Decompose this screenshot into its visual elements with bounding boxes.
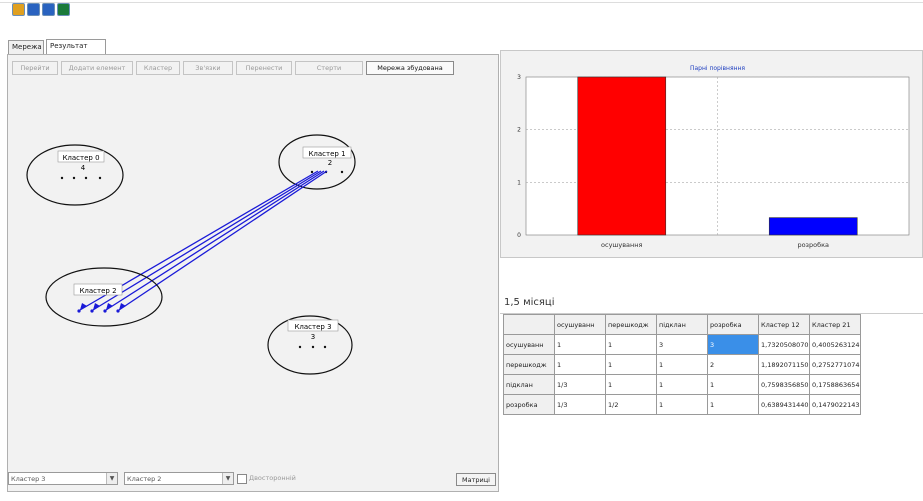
column-header <box>503 314 555 335</box>
tool-add-element-button[interactable]: Додати елемент <box>61 61 133 75</box>
pairwise-matrix-table: осушуванн перешкодж підклан розробка Кластер… <box>503 314 861 415</box>
row-header: осушуванн <box>503 334 555 355</box>
row-header: розробка <box>503 394 555 415</box>
table-cell[interactable]: 3 <box>656 334 708 355</box>
bar-розробка[interactable] <box>768 217 858 236</box>
table-cell[interactable]: 3 <box>707 334 759 355</box>
tool-cluster-button[interactable]: Кластер <box>136 61 180 75</box>
y-tick-label: 0 <box>517 232 521 239</box>
exit-icon[interactable] <box>57 3 70 16</box>
target-cluster-select[interactable]: Кластер 2 ▼ <box>124 472 234 485</box>
table-cell[interactable]: 1 <box>605 354 657 375</box>
tab-result[interactable]: Результат <box>46 39 106 54</box>
y-tick-label: 3 <box>517 74 521 81</box>
x-tick-label: осушування <box>601 241 643 249</box>
x-tick-label: розробка <box>797 241 829 249</box>
cluster-1[interactable]: Кластер 1 2 <box>278 134 356 190</box>
tab-network[interactable]: Мережа <box>8 40 44 54</box>
table-cell[interactable]: 1/2 <box>605 394 657 415</box>
table-header-row: осушуванн перешкодж підклан розробка Кластер… <box>503 314 861 335</box>
cluster-1-label: Кластер 1 <box>308 150 345 158</box>
chart-title: Парні порівняння <box>690 65 745 72</box>
network-panel: Перейти Додати елемент Кластер Зв'язки П… <box>7 54 499 492</box>
chevron-down-icon[interactable]: ▼ <box>106 473 117 484</box>
tool-move-button[interactable]: Перенести <box>236 61 292 75</box>
table-cell[interactable]: 1 <box>707 374 759 395</box>
table-cell[interactable]: 1,7320508070 <box>758 334 810 355</box>
row-header: перешкодж <box>503 354 555 375</box>
table-row: розробка 1/3 1/2 1 1 0,6389431440 0,1479022143 <box>503 394 861 415</box>
y-tick-label: 2 <box>517 127 521 134</box>
cluster-3[interactable]: Кластер 3 3 <box>267 315 353 375</box>
table-cell[interactable]: 1 <box>554 354 606 375</box>
cluster-1-value: 2 <box>328 159 332 167</box>
cluster-0-label: Кластер 0 <box>62 154 99 162</box>
bidirectional-label: Двосторонній <box>249 474 296 482</box>
table-cell[interactable]: 2 <box>707 354 759 375</box>
target-cluster-value: Кластер 2 <box>127 475 162 483</box>
tool-erase-button[interactable]: Стерти <box>295 61 363 75</box>
table-row: осушуванн 1 1 3 3 1,7320508070 0,4005263124 <box>503 334 861 355</box>
column-header: Кластер 21 <box>809 314 861 335</box>
table-cell[interactable]: 1/3 <box>554 374 606 395</box>
table-cell[interactable]: 1 <box>656 354 708 375</box>
cluster-2-label: Кластер 2 <box>79 287 116 295</box>
cluster-0[interactable]: Кластер 0 4 <box>26 144 124 206</box>
table-row: підклан 1/3 1 1 1 0,7598356850 0,1758863654 <box>503 374 861 395</box>
chevron-down-icon[interactable]: ▼ <box>222 473 233 484</box>
table-cell[interactable]: 1 <box>554 334 606 355</box>
title-bar-line <box>0 0 923 3</box>
tool-links-button[interactable]: Зв'язки <box>183 61 233 75</box>
source-cluster-value: Кластер 3 <box>11 475 46 483</box>
row-header: підклан <box>503 374 555 395</box>
save-icon[interactable] <box>27 3 40 16</box>
table-row: перешкодж 1 1 1 2 1,1892071150 0,2752771074 <box>503 354 861 375</box>
table-cell[interactable]: 0,4005263124 <box>809 334 861 355</box>
column-header: перешкодж <box>605 314 657 335</box>
cluster-3-label: Кластер 3 <box>294 323 331 331</box>
table-cell[interactable]: 0,2752771074 <box>809 354 861 375</box>
table-cell[interactable]: 0,1479022143 <box>809 394 861 415</box>
network-canvas[interactable]: Кластер 0 4 Кластер 1 2 Кластер 2 Класте… <box>8 77 498 487</box>
y-tick-label: 1 <box>517 179 521 186</box>
table-cell[interactable]: 1 <box>605 374 657 395</box>
source-cluster-select[interactable]: Кластер 3 ▼ <box>8 472 118 485</box>
table-cell[interactable]: 1 <box>656 394 708 415</box>
table-cell[interactable]: 1 <box>605 334 657 355</box>
bidirectional-checkbox[interactable] <box>237 474 247 484</box>
tool-go-button[interactable]: Перейти <box>12 61 58 75</box>
cluster-2[interactable]: Кластер 2 <box>45 267 163 327</box>
table-cell[interactable]: 1/3 <box>554 394 606 415</box>
period-label: 1,5 місяці <box>504 297 555 308</box>
bar-осушування[interactable] <box>577 76 667 236</box>
matrix-area: осушуванн перешкодж підклан розробка Кластер… <box>500 313 923 501</box>
network-built-button[interactable]: Мережа збудована <box>366 61 454 75</box>
comparison-chart: 0 1 2 3 осушування розробка Парні порівняння <box>517 65 910 249</box>
table-cell[interactable]: 1 <box>707 394 759 415</box>
table-cell[interactable]: 0,6389431440 <box>758 394 810 415</box>
table-cell[interactable]: 0,7598356850 <box>758 374 810 395</box>
table-cell[interactable]: 0,1758863654 <box>809 374 861 395</box>
open-icon[interactable] <box>12 3 25 16</box>
table-cell[interactable]: 1 <box>656 374 708 395</box>
column-header: підклан <box>656 314 708 335</box>
matrices-button[interactable]: Матриці <box>456 473 496 486</box>
chart-icon[interactable] <box>42 3 55 16</box>
table-cell[interactable]: 1,1892071150 <box>758 354 810 375</box>
cluster-3-value: 3 <box>311 333 315 341</box>
column-header: осушуванн <box>554 314 606 335</box>
column-header: Кластер 12 <box>758 314 810 335</box>
column-header: розробка <box>707 314 759 335</box>
comparison-chart-panel: 0 1 2 3 осушування розробка Парні порівняння <box>500 50 923 258</box>
cluster-0-value: 4 <box>81 164 86 172</box>
